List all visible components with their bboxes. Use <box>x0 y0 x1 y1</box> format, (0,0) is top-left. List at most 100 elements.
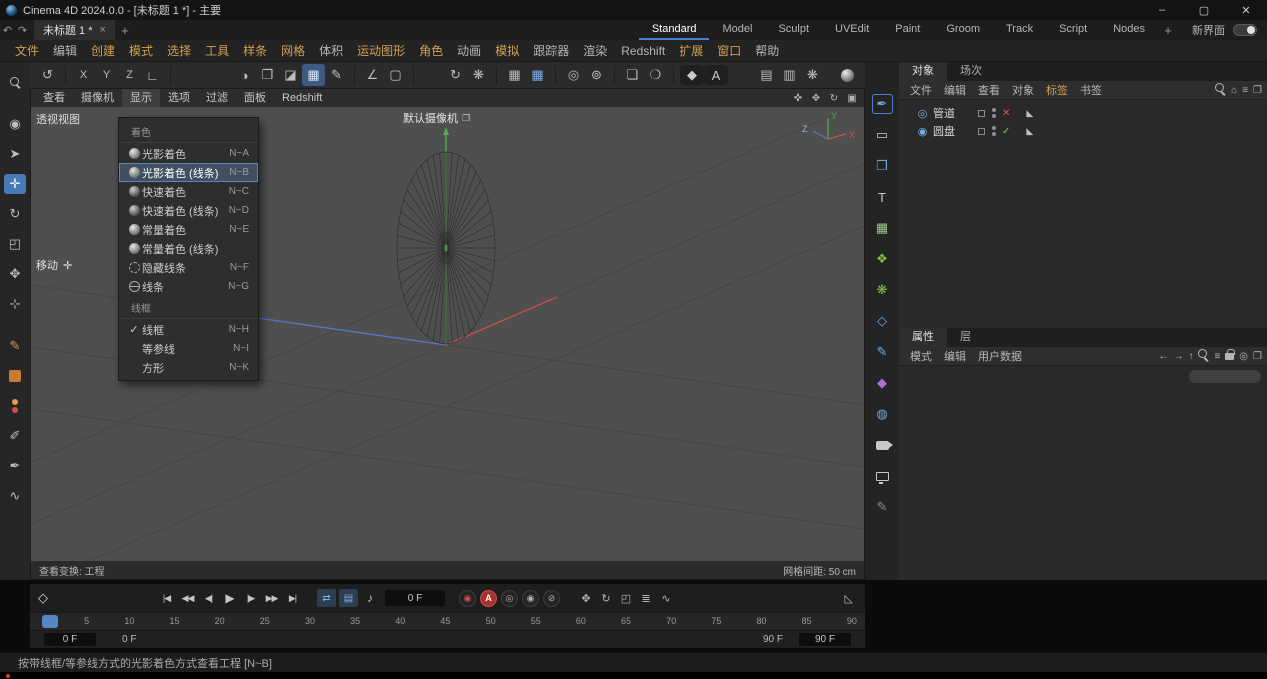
phong-tag-icon[interactable]: ◣ <box>1026 108 1033 119</box>
next-frame-button[interactable]: |▶ <box>240 588 261 608</box>
menu-create[interactable]: 创建 <box>84 42 122 59</box>
menu-spline[interactable]: 样条 <box>236 42 274 59</box>
previous-key-button[interactable]: ◀◀ <box>177 588 198 608</box>
paint-tool-icon[interactable]: ✎ <box>4 336 26 356</box>
menu-item-constant-lines[interactable]: 常量着色 (线条) <box>119 239 258 258</box>
vp-menu-redshift[interactable]: Redshift <box>274 89 330 107</box>
menu-simulate[interactable]: 模拟 <box>488 42 526 59</box>
layout-tab-groom[interactable]: Groom <box>933 20 993 40</box>
render-view-icon[interactable]: ▤ <box>755 64 778 86</box>
attr-filter-icon[interactable]: ≡ <box>1214 351 1220 362</box>
visibility-dots[interactable] <box>992 126 996 136</box>
loop-playback-icon[interactable]: ⇄ <box>317 589 336 607</box>
menu-extensions[interactable]: 扩展 <box>672 42 710 59</box>
menu-item-quick-lines[interactable]: 快速着色 (线条)N~D <box>119 201 258 220</box>
attr-filter-field[interactable] <box>1189 370 1261 383</box>
vp-menu-cameras[interactable]: 摄像机 <box>73 89 122 107</box>
render-picture-viewer-icon[interactable]: ▥ <box>778 64 801 86</box>
menu-tools[interactable]: 工具 <box>198 42 236 59</box>
timeline-ruler[interactable]: 0510 152025 303540 455055 606570 758085 … <box>30 612 865 630</box>
document-tab[interactable]: 未标题 1 * × <box>34 20 115 40</box>
maximize-button[interactable]: ▢ <box>1183 0 1225 20</box>
snap-settings-icon[interactable]: ▦ <box>526 64 549 86</box>
menu-item-box[interactable]: 方形N~K <box>119 358 258 377</box>
coordinate-system-icon[interactable]: ∟ <box>141 64 164 86</box>
attr-up-icon[interactable]: ↑ <box>1188 351 1193 362</box>
menu-help[interactable]: 帮助 <box>748 42 786 59</box>
om-filter-icon[interactable]: ≡ <box>1242 85 1248 96</box>
phong-tag-icon[interactable]: ◣ <box>1026 126 1033 137</box>
menu-item-gouraud[interactable]: 光影着色N~A <box>119 144 258 163</box>
vp-menu-filter[interactable]: 过滤 <box>198 89 236 107</box>
spline-smooth-tool-icon[interactable]: ∿ <box>4 486 26 506</box>
attr-menu-edit[interactable]: 编辑 <box>938 348 972 364</box>
color-sample-icon[interactable] <box>4 396 26 416</box>
range-start-label[interactable]: 0 F <box>122 634 136 645</box>
enable-state-icon[interactable]: ✕ <box>1002 108 1010 119</box>
range-end-field[interactable]: 90 F <box>799 633 851 646</box>
model-mode-icon[interactable]: ❒ <box>256 64 279 86</box>
cloner-icon[interactable]: ❖ <box>872 249 893 269</box>
tab-close-icon[interactable]: × <box>100 24 106 36</box>
texture-mode-icon[interactable]: ◪ <box>279 64 302 86</box>
menu-mesh[interactable]: 网格 <box>274 42 312 59</box>
layout-tab-sculpt[interactable]: Sculpt <box>765 20 822 40</box>
layout-tab-model[interactable]: Model <box>709 20 765 40</box>
om-menu-object[interactable]: 对象 <box>1006 82 1040 98</box>
layer-chip[interactable] <box>978 110 985 117</box>
go-to-start-button[interactable]: |◀ <box>156 588 177 608</box>
menu-item-constant[interactable]: 常量着色N~E <box>119 220 258 239</box>
object-row-tube[interactable]: ◎ 管道 ✕ ◣ <box>899 104 1267 122</box>
menu-item-wireframe[interactable]: ✓ 线框N~H <box>119 320 258 339</box>
attr-menu-mode[interactable]: 模式 <box>904 348 938 364</box>
layout-tab-paint[interactable]: Paint <box>882 20 933 40</box>
menu-mode[interactable]: 模式 <box>122 42 160 59</box>
record-pla-toggle[interactable]: ∿ <box>656 589 676 607</box>
lock-z-axis-button[interactable]: Z <box>118 64 141 86</box>
target-settings-icon[interactable]: ⊚ <box>585 64 608 86</box>
axis-settings-icon[interactable]: ❋ <box>467 64 490 86</box>
scale-tool-icon[interactable]: ◰ <box>4 234 26 254</box>
menu-item-lines[interactable]: 线条N~G <box>119 277 258 296</box>
orbit-view-icon[interactable]: ↻ <box>826 93 842 104</box>
menu-redshift[interactable]: Redshift <box>614 44 672 58</box>
record-scale-toggle[interactable]: ◰ <box>616 589 636 607</box>
brush-icon[interactable]: ✎ <box>872 497 893 517</box>
record-objects-button[interactable]: ◉ <box>522 590 539 607</box>
attr-popup-icon[interactable]: ❐ <box>1253 351 1262 362</box>
cube-primitive-icon[interactable]: ❒ <box>872 156 893 176</box>
make-editable-icon[interactable]: ◑ <box>233 64 256 86</box>
enable-axis-icon[interactable]: ↻ <box>444 64 467 86</box>
menu-render[interactable]: 渲染 <box>576 42 614 59</box>
menu-item-gouraud-lines[interactable]: 光影着色 (线条)N~B <box>119 163 258 182</box>
deformer-icon[interactable]: ◆ <box>872 373 893 393</box>
lock-y-axis-button[interactable]: Y <box>95 64 118 86</box>
menu-tracker[interactable]: 跟踪器 <box>526 42 576 59</box>
menu-character[interactable]: 角色 <box>412 42 450 59</box>
sky-icon[interactable]: ◍ <box>872 404 893 424</box>
go-to-end-button[interactable]: ▶| <box>282 588 303 608</box>
camera-selector[interactable]: 默认摄像机 ❐ <box>403 110 470 126</box>
target-icon[interactable]: ◎ <box>562 64 585 86</box>
spline-pen-tool-icon[interactable]: ✒ <box>4 456 26 476</box>
close-button[interactable]: ✕ <box>1225 0 1267 20</box>
vp-menu-panel[interactable]: 面板 <box>236 89 274 107</box>
sound-toggle-icon[interactable]: ♪ <box>361 591 379 605</box>
attr-target-icon[interactable]: ◎ <box>1239 351 1248 362</box>
play-button[interactable]: ▶ <box>219 588 240 608</box>
minimize-button[interactable]: – <box>1141 0 1183 20</box>
tab-takes[interactable]: 场次 <box>947 62 995 81</box>
enable-state-icon[interactable]: ✓ <box>1002 126 1010 137</box>
layout-tab-script[interactable]: Script <box>1046 20 1100 40</box>
tab-objects[interactable]: 对象 <box>899 62 947 81</box>
axis-lock-icon[interactable]: ∠ <box>361 64 384 86</box>
om-menu-tags[interactable]: 标签 <box>1040 82 1074 98</box>
attr-forward-icon[interactable]: → <box>1173 351 1183 362</box>
undo-icon[interactable]: ↶ <box>0 24 15 37</box>
om-search-icon[interactable] <box>1215 83 1226 97</box>
object-row-disc[interactable]: ◉ 圆盘 ✓ ◣ <box>899 122 1267 140</box>
playhead-handle[interactable] <box>42 615 58 628</box>
uv-mode-icon[interactable]: ✎ <box>325 64 348 86</box>
tab-attributes[interactable]: 属性 <box>899 328 947 347</box>
live-selection-icon[interactable]: ◉ <box>4 114 26 134</box>
